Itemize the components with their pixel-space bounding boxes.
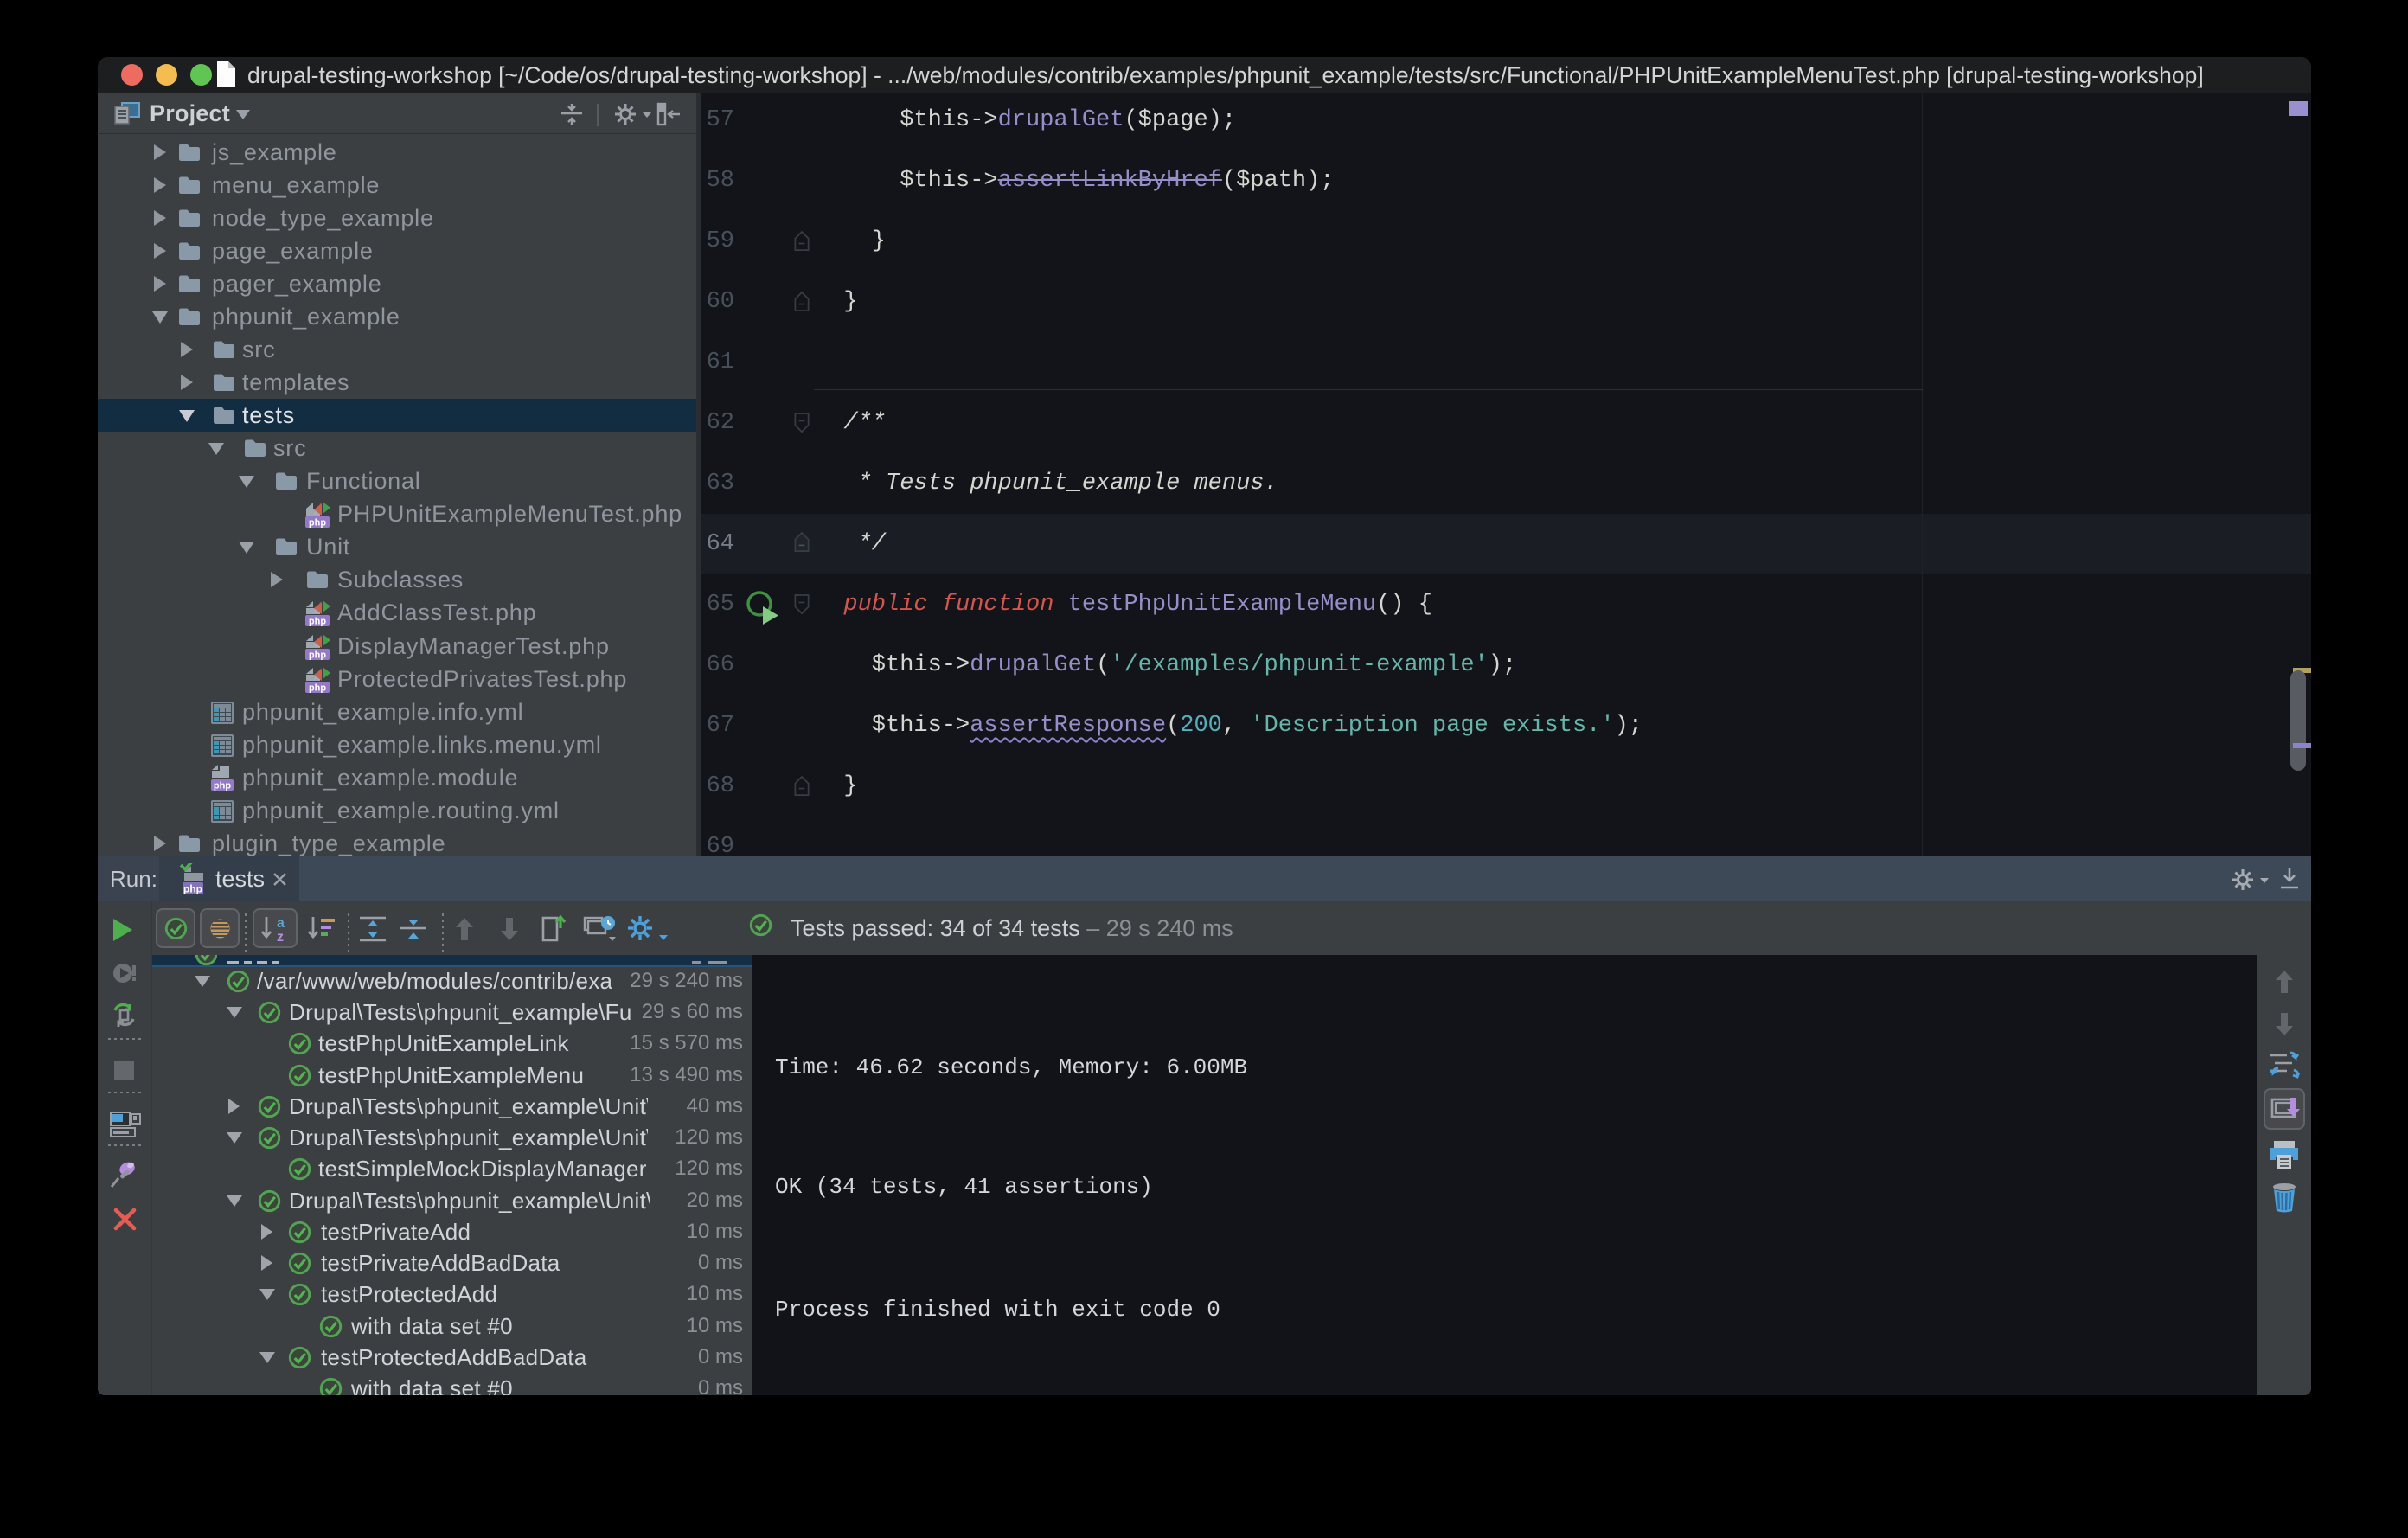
svg-text:z: z (277, 930, 284, 943)
svg-text:php: php (183, 883, 202, 895)
svg-text:a: a (277, 916, 285, 931)
